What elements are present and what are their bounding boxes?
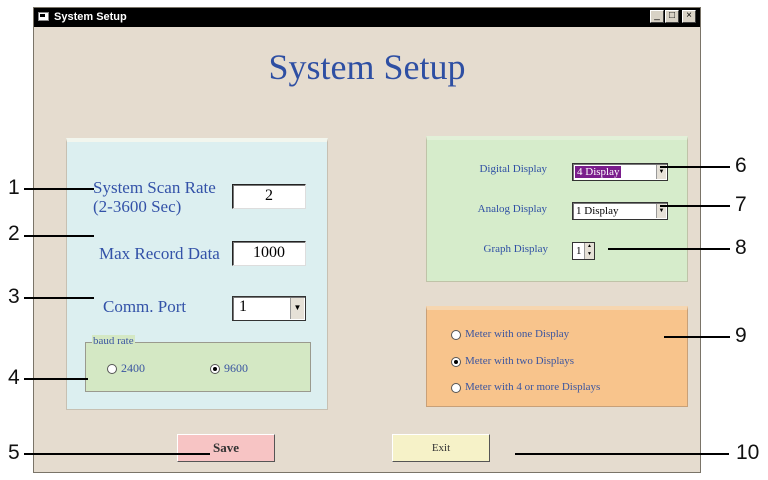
callout-9: 9 (735, 324, 747, 347)
maximize-button[interactable]: □ (665, 10, 679, 23)
callout-6-line (660, 166, 730, 168)
scan-rate-label-line1: System Scan Rate (93, 178, 216, 197)
callout-1: 1 (8, 176, 20, 199)
baud-rate-legend: baud rate (92, 335, 135, 347)
callout-2-line (24, 235, 94, 237)
callout-2: 2 (8, 222, 20, 245)
meter-one-display-radio[interactable] (451, 330, 461, 340)
callout-4-line (24, 378, 88, 380)
callout-8-line (608, 248, 730, 250)
exit-button[interactable]: Exit (392, 434, 490, 462)
digital-display-select[interactable]: 4 Display ▼ (572, 163, 668, 181)
meter-one-display-label: Meter with one Display (465, 328, 570, 340)
meter-two-displays-label: Meter with two Displays (465, 355, 575, 367)
callout-1-line (24, 188, 94, 190)
comm-port-value: 1 (239, 298, 247, 315)
display-settings-panel: Digital Display 4 Display ▼ Analog Displ… (426, 136, 688, 282)
analog-display-select[interactable]: 1 Display ▼ (572, 202, 668, 220)
callout-6: 6 (735, 154, 747, 177)
graph-display-spinner[interactable]: 1 ▲ ▼ (572, 242, 595, 260)
digital-display-label: Digital Display (479, 163, 547, 175)
meter-type-panel: Meter with one Display Meter with two Di… (426, 306, 688, 407)
scan-rate-label: System Scan Rate (2-3600 Sec) (93, 178, 216, 216)
save-button[interactable]: Save (177, 434, 275, 462)
scan-rate-label-line2: (2-3600 Sec) (93, 197, 182, 216)
spinner-arrows-icon[interactable]: ▲ ▼ (584, 243, 594, 259)
digital-display-value: 4 Display (575, 166, 622, 178)
close-button[interactable]: × (682, 10, 696, 23)
callout-7: 7 (735, 193, 747, 216)
minimize-button[interactable]: _ (650, 10, 664, 23)
graph-display-value: 1 (576, 245, 582, 257)
baud-2400-label: 2400 (121, 361, 145, 375)
meter-four-displays-radio[interactable] (451, 383, 461, 393)
baud-2400-radio[interactable] (107, 364, 117, 374)
app-icon (38, 12, 49, 21)
comm-port-select[interactable]: 1 ▼ (232, 296, 306, 321)
callout-7-line (660, 205, 730, 207)
callout-3: 3 (8, 285, 20, 308)
page-title: System Setup (268, 47, 466, 87)
communication-settings-panel: System Scan Rate (2-3600 Sec) 2 Max Reco… (66, 138, 328, 410)
window-title: System Setup (54, 11, 127, 23)
callout-3-line (24, 297, 94, 299)
max-record-label: Max Record Data (99, 244, 220, 263)
scan-rate-input[interactable]: 2 (232, 184, 306, 209)
baud-rate-group: baud rate 2400 9600 (85, 335, 311, 392)
comm-port-label: Comm. Port (103, 297, 187, 316)
callout-8: 8 (735, 236, 747, 259)
max-record-input[interactable]: 1000 (232, 241, 306, 266)
analog-display-value: 1 Display (576, 205, 619, 217)
analog-display-label: Analog Display (477, 203, 547, 215)
title-bar[interactable]: System Setup _ □ × (34, 8, 700, 27)
baud-9600-radio[interactable] (210, 364, 220, 374)
callout-9-line (664, 336, 730, 338)
callout-5-line (24, 453, 210, 455)
chevron-down-icon[interactable]: ▼ (290, 298, 304, 319)
graph-display-label: Graph Display (483, 243, 548, 255)
callout-5: 5 (8, 441, 20, 464)
meter-four-displays-label: Meter with 4 or more Displays (465, 381, 601, 393)
meter-two-displays-radio[interactable] (451, 357, 461, 367)
baud-9600-label: 9600 (224, 361, 248, 375)
system-setup-window: System Setup _ □ × System Setup System S… (33, 7, 701, 473)
callout-4: 4 (8, 366, 20, 389)
callout-10-line (515, 453, 729, 455)
callout-10: 10 (736, 441, 760, 464)
